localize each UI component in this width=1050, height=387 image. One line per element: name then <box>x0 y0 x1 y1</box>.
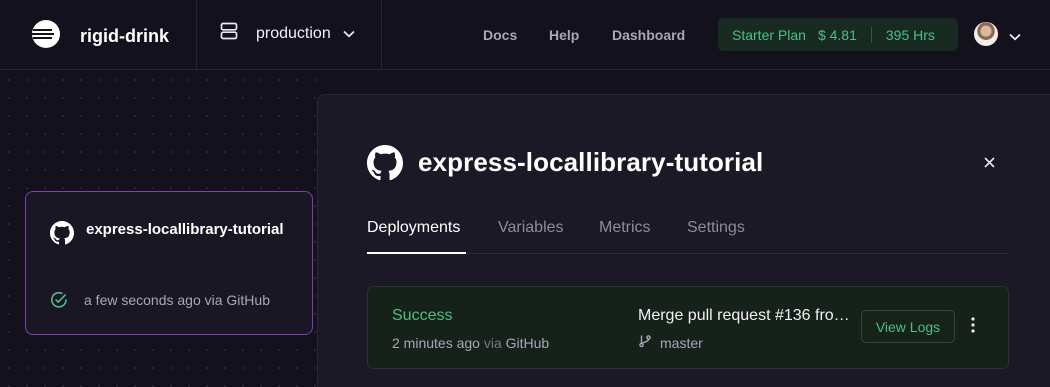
deployment-via: via <box>483 335 502 351</box>
deployment-time: 2 minutes ago via GitHub <box>392 335 549 351</box>
check-circle-icon <box>50 291 68 314</box>
top-navbar: rigid-drink production Docs Help Dashboa… <box>0 0 1050 70</box>
project-name: rigid-drink <box>80 26 169 46</box>
divider <box>196 0 197 70</box>
github-icon <box>50 221 74 250</box>
environment-selector[interactable]: production <box>220 22 355 45</box>
service-card[interactable]: express-locallibrary-tutorial a few seco… <box>25 191 313 335</box>
more-vertical-icon[interactable] <box>971 317 975 338</box>
deployment-status: Success <box>392 307 453 324</box>
brand[interactable]: rigid-drink <box>31 19 169 54</box>
help-link[interactable]: Help <box>549 27 579 43</box>
view-logs-button[interactable]: View Logs <box>861 310 955 343</box>
github-icon <box>367 145 403 186</box>
commit-message: Merge pull request #136 from mdn/dependa… <box>638 307 862 324</box>
git-branch-icon <box>638 334 652 353</box>
deployment-source: GitHub <box>505 335 550 351</box>
docs-link[interactable]: Docs <box>483 27 517 43</box>
panel-title: express-locallibrary-tutorial <box>418 147 764 177</box>
plan-hours: 395 Hrs <box>885 26 935 43</box>
railway-logo-icon <box>31 19 61 54</box>
plan-cost: $ 4.81 <box>817 26 857 43</box>
tab-variables[interactable]: Variables <box>498 219 564 237</box>
close-icon[interactable] <box>984 155 995 173</box>
panel-tabs: Deployments Variables Metrics Settings <box>367 219 1009 254</box>
divider <box>870 26 872 43</box>
chevron-down-icon[interactable] <box>1009 28 1021 46</box>
plan-badge[interactable]: Starter Plan $ 4.81 395 Hrs <box>718 18 958 51</box>
tab-metrics[interactable]: Metrics <box>599 219 651 237</box>
plan-name: Starter Plan <box>732 26 806 43</box>
chevron-down-icon <box>343 25 355 43</box>
branch-name: master <box>660 335 703 351</box>
avatar[interactable] <box>974 22 998 46</box>
tab-settings[interactable]: Settings <box>687 219 745 237</box>
divider <box>381 0 382 70</box>
service-detail-panel: express-locallibrary-tutorial Deployment… <box>317 94 1050 387</box>
tab-deployments[interactable]: Deployments <box>367 219 460 237</box>
dashboard-link[interactable]: Dashboard <box>612 27 685 43</box>
server-icon <box>220 22 238 45</box>
service-status: a few seconds ago via GitHub <box>84 292 270 308</box>
service-name: express-locallibrary-tutorial <box>86 221 284 238</box>
deployment-row[interactable]: Success 2 minutes ago via GitHub Merge p… <box>367 286 1009 369</box>
deployment-age: 2 minutes ago <box>392 335 480 351</box>
environment-label: production <box>256 24 331 42</box>
active-tab-indicator <box>367 252 466 254</box>
